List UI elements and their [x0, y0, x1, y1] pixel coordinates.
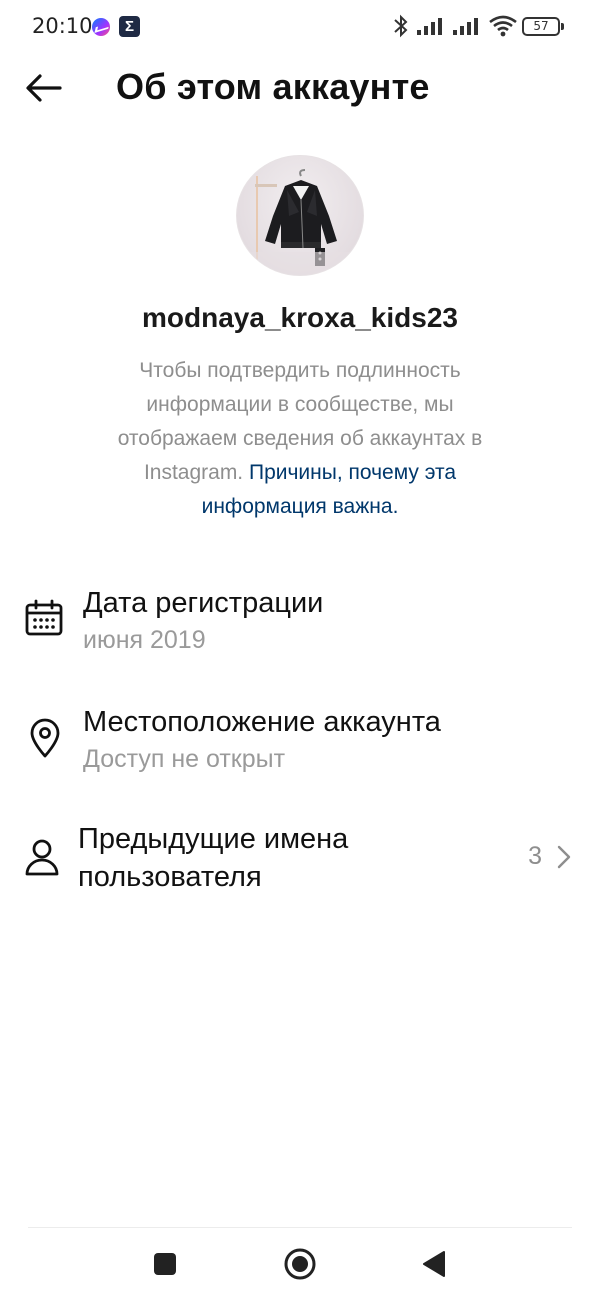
row-account-location: Местоположение аккаунта Доступ не открыт	[0, 703, 600, 783]
back-button[interactable]	[20, 64, 68, 112]
square-recents-icon	[154, 1253, 176, 1275]
signal-icon	[453, 18, 478, 35]
username: modnaya_kroxa_kids23	[142, 302, 458, 333]
circle-home-icon	[284, 1248, 316, 1280]
screen: 20:10 Σ 57 Об этом аккаунте modnaya_krox…	[0, 0, 600, 1299]
previous-usernames-count: 3	[528, 842, 542, 870]
triangle-back-icon	[423, 1251, 445, 1277]
status-time: 20:10	[32, 14, 93, 38]
avatar	[236, 155, 364, 276]
row-title-line1: Предыдущие имена	[78, 823, 349, 855]
person-icon	[25, 839, 59, 876]
chevron-right-icon	[557, 845, 571, 869]
avatar-photo	[237, 169, 363, 275]
row-title: Местоположение аккаунта	[83, 706, 441, 738]
nav-divider	[28, 1227, 572, 1228]
home-button[interactable]	[282, 1246, 318, 1282]
row-registration-date: Дата регистрации июня 2019	[0, 584, 600, 664]
arrow-left-icon	[26, 74, 62, 102]
system-back-button[interactable]	[416, 1246, 452, 1282]
bluetooth-icon	[394, 14, 408, 38]
location-pin-icon	[30, 718, 60, 758]
sigma-icon: Σ	[119, 16, 140, 37]
messenger-icon	[92, 18, 110, 36]
signal-icon	[417, 18, 442, 35]
battery-icon: 57	[522, 17, 564, 36]
status-bar: 20:10 Σ 57	[0, 0, 600, 52]
recents-button[interactable]	[147, 1246, 183, 1282]
row-title-line2: пользователя	[78, 861, 262, 893]
row-title: Дата регистрации	[83, 587, 324, 619]
row-subtitle: Доступ не открыт	[83, 745, 286, 773]
info-text: Чтобы подтвердить подлинность информации…	[90, 354, 510, 524]
row-previous-usernames[interactable]: Предыдущие имена пользователя 3	[0, 820, 600, 900]
calendar-icon	[25, 599, 63, 636]
page-title: Об этом аккаунте	[116, 66, 430, 107]
row-subtitle: июня 2019	[83, 626, 206, 654]
wifi-icon	[489, 15, 517, 37]
info-link-period: .	[392, 495, 399, 518]
